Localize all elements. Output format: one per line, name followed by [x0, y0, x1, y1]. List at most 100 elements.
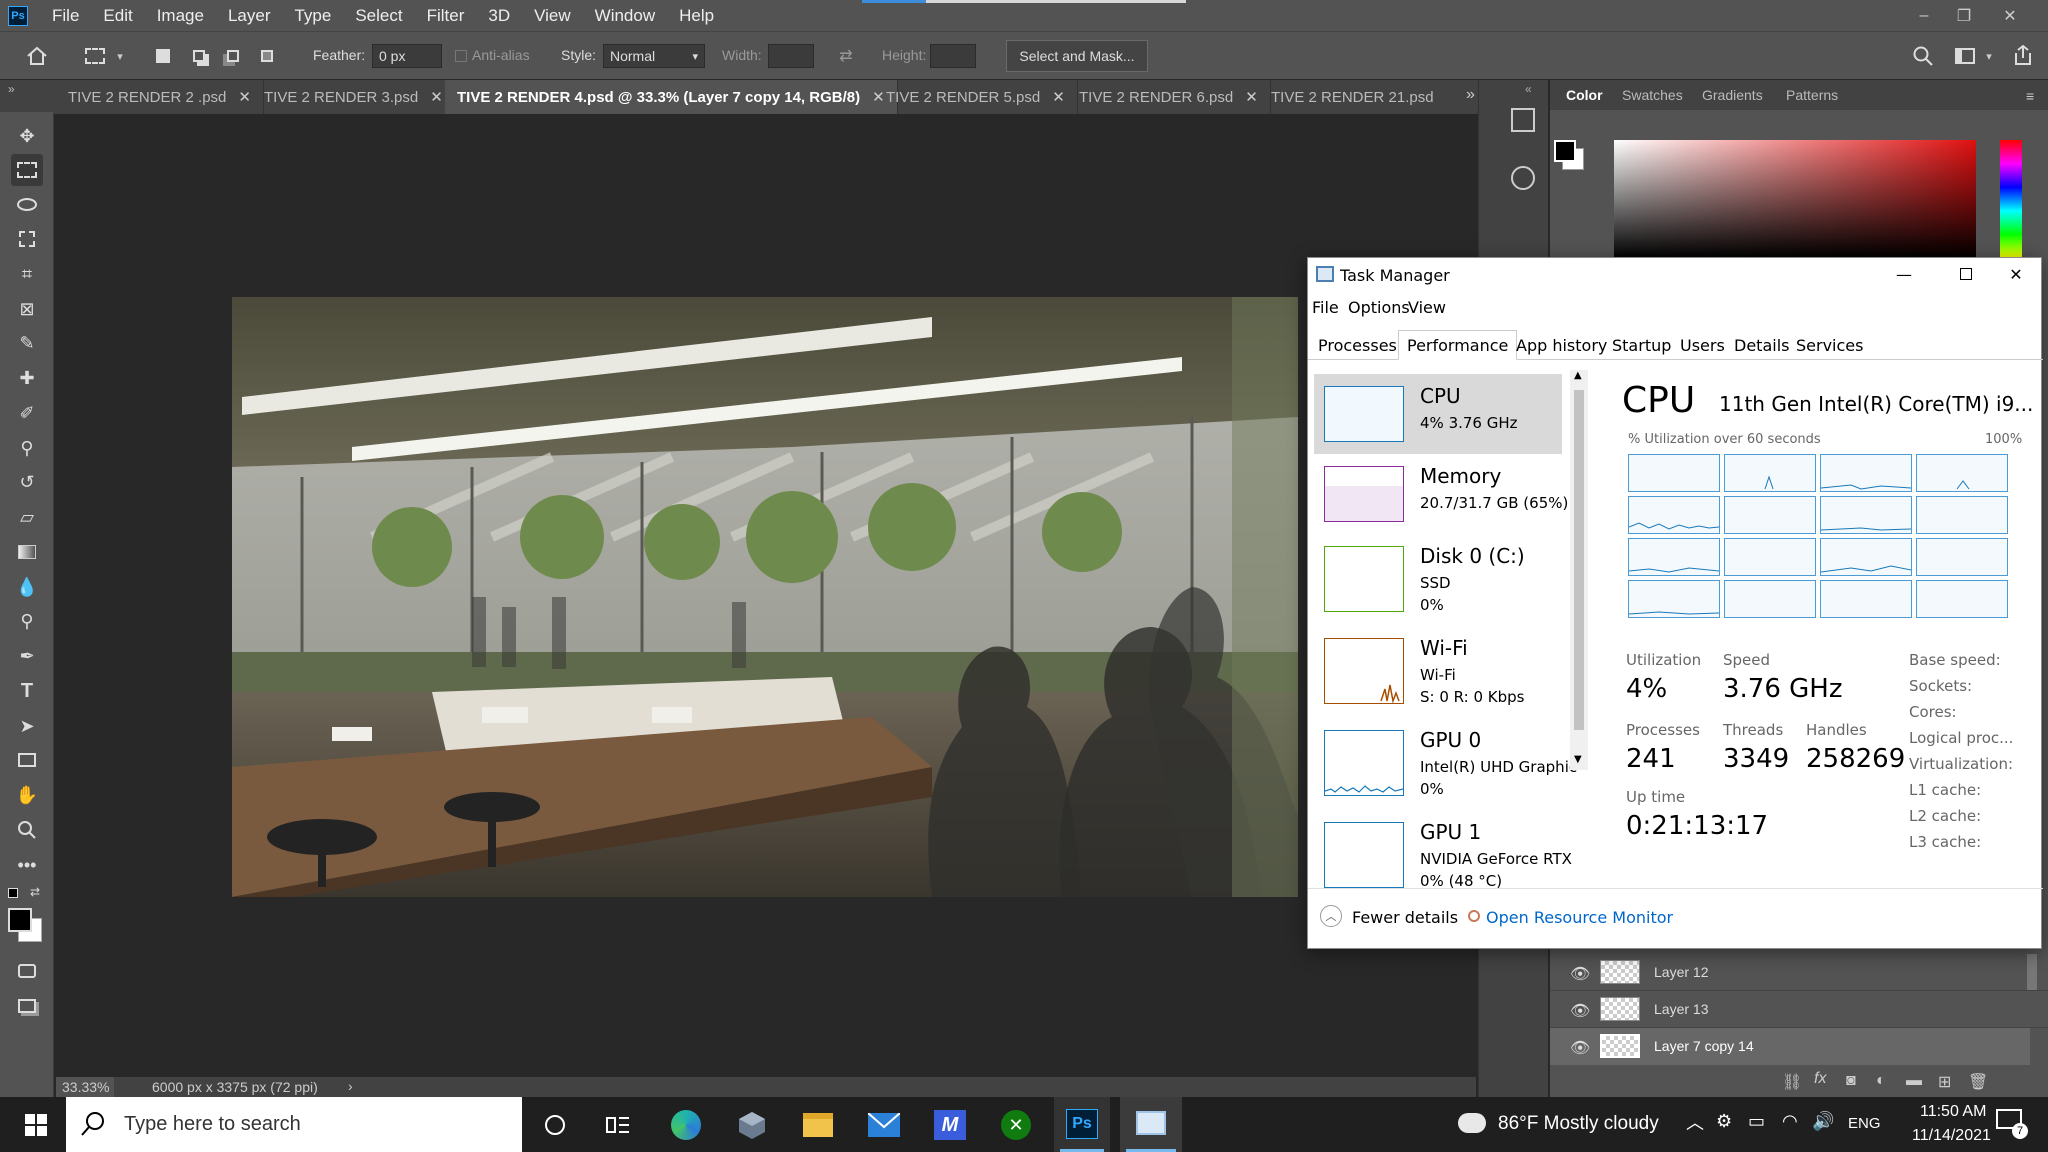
object-select-tool-icon[interactable]: [11, 223, 43, 255]
close-tab-icon[interactable]: ✕: [430, 88, 443, 106]
workspace-icon[interactable]: [1950, 44, 1980, 68]
chevron-down-icon[interactable]: ▾: [1982, 44, 1996, 68]
tab-gradients[interactable]: Gradients: [1702, 87, 1763, 103]
foreground-color-swatch[interactable]: [8, 908, 32, 932]
swap-icon[interactable]: ⇄: [832, 44, 860, 68]
taskbar-task-manager[interactable]: [1120, 1097, 1182, 1152]
tab-render-3[interactable]: TIVE 2 RENDER 3.psd ✕: [252, 80, 456, 114]
width-input[interactable]: [768, 44, 814, 68]
tabs-overflow-icon[interactable]: »: [1466, 86, 1475, 104]
quick-mask-icon[interactable]: [11, 955, 43, 987]
layer-row[interactable]: 👁 Layer 13: [1550, 991, 2048, 1028]
new-group-icon[interactable]: ▬: [1906, 1072, 1922, 1090]
restore-icon[interactable]: ❐: [1944, 0, 1984, 31]
crop-tool-icon[interactable]: ⌗: [11, 258, 43, 290]
menu-image[interactable]: Image: [145, 6, 216, 26]
new-selection-icon[interactable]: [150, 44, 176, 68]
feather-input[interactable]: 0 px: [372, 44, 442, 68]
menu-type[interactable]: Type: [282, 6, 343, 26]
tab-processes[interactable]: Processes: [1310, 330, 1405, 360]
clock-time[interactable]: 11:50 AM: [1920, 1103, 1986, 1121]
foreground-swatch[interactable]: [1554, 140, 1576, 162]
file-explorer-icon[interactable]: [790, 1105, 846, 1145]
tab-render-5[interactable]: TIVE 2 RENDER 5.psd ✕: [874, 80, 1078, 114]
properties-panel-icon[interactable]: [1511, 166, 1535, 190]
menu-window[interactable]: Window: [583, 6, 667, 26]
close-tab-icon[interactable]: ✕: [1245, 88, 1258, 106]
cortana-icon[interactable]: [527, 1105, 583, 1145]
status-menu-arrow[interactable]: ›: [348, 1078, 353, 1094]
zoom-tool-icon[interactable]: [11, 814, 43, 846]
menu-file[interactable]: File: [40, 6, 91, 26]
tab-users[interactable]: Users: [1672, 330, 1733, 360]
visibility-eye-icon[interactable]: 👁: [1570, 1038, 1590, 1058]
move-tool-icon[interactable]: ✥: [11, 120, 43, 152]
path-select-tool-icon[interactable]: ➤: [11, 710, 43, 742]
app-prism-icon[interactable]: [724, 1105, 780, 1145]
toolbar-collapse-icon[interactable]: »: [0, 80, 56, 114]
list-scrollbar[interactable]: ▲ ▼: [1570, 370, 1588, 770]
visibility-eye-icon[interactable]: 👁: [1570, 1001, 1590, 1021]
more-tools-icon[interactable]: •••: [11, 849, 43, 881]
tab-swatches[interactable]: Swatches: [1622, 87, 1683, 103]
open-resource-monitor-link[interactable]: Open Resource Monitor: [1486, 908, 1673, 927]
antialias-checkbox[interactable]: [455, 50, 467, 62]
trash-icon[interactable]: 🗑: [1968, 1072, 1988, 1092]
minimize-icon[interactable]: –: [1904, 0, 1944, 31]
history-brush-tool-icon[interactable]: ↺: [11, 466, 43, 498]
perf-item-wifi[interactable]: Wi-Fi Wi-Fi S: 0 R: 0 Kbps: [1314, 626, 1562, 718]
tab-render-6[interactable]: TIVE 2 RENDER 6.psd ✕: [1067, 80, 1271, 114]
tray-app-icon[interactable]: ⚙: [1716, 1111, 1732, 1132]
menu-view[interactable]: View: [522, 6, 583, 26]
menu-3d[interactable]: 3D: [476, 6, 522, 26]
menu-view[interactable]: View: [1408, 298, 1446, 317]
maximize-icon[interactable]: [1942, 260, 1990, 288]
scroll-down-icon[interactable]: ▼: [1574, 754, 1582, 765]
dodge-tool-icon[interactable]: ⚲: [11, 605, 43, 637]
frame-tool-icon[interactable]: ⊠: [11, 293, 43, 325]
healing-brush-tool-icon[interactable]: ✚: [11, 362, 43, 394]
adjustment-layer-icon[interactable]: ◐: [1876, 1072, 1886, 1090]
clock-date[interactable]: 11/14/2021: [1912, 1127, 1991, 1145]
chevron-down-icon[interactable]: ▾: [112, 44, 128, 68]
tab-services[interactable]: Services: [1788, 330, 1871, 360]
perf-item-memory[interactable]: Memory 20.7/31.7 GB (65%): [1314, 454, 1568, 534]
scroll-up-icon[interactable]: ▲: [1574, 370, 1582, 381]
hand-tool-icon[interactable]: ✋: [11, 779, 43, 811]
close-tab-icon[interactable]: ✕: [1052, 88, 1065, 106]
link-layers-icon[interactable]: ⛓: [1782, 1072, 1802, 1092]
tab-app-history[interactable]: App history: [1508, 330, 1615, 360]
marquee-tool-icon[interactable]: [11, 154, 43, 186]
tab-details[interactable]: Details: [1726, 330, 1797, 360]
weather-text[interactable]: 86°F Mostly cloudy: [1498, 1113, 1659, 1135]
home-icon[interactable]: [22, 44, 52, 68]
gradient-tool-icon[interactable]: [11, 536, 43, 568]
panel-menu-icon[interactable]: ≡: [2026, 88, 2034, 104]
pen-tool-icon[interactable]: ✒: [11, 640, 43, 672]
document-canvas-image[interactable]: [232, 297, 1298, 897]
clone-stamp-tool-icon[interactable]: ⚲: [11, 432, 43, 464]
new-layer-icon[interactable]: ⊞: [1938, 1072, 1951, 1092]
perf-item-disk[interactable]: Disk 0 (C:) SSD 0%: [1314, 534, 1562, 624]
menu-file[interactable]: File: [1312, 298, 1339, 317]
lasso-tool-icon[interactable]: [11, 188, 43, 220]
add-selection-icon[interactable]: [186, 44, 212, 68]
blur-tool-icon[interactable]: 💧: [11, 571, 43, 603]
fewer-details-button[interactable]: Fewer details: [1352, 908, 1458, 927]
tab-performance[interactable]: Performance: [1398, 330, 1518, 360]
taskbar-search-box[interactable]: Type here to search: [66, 1097, 522, 1152]
menu-select[interactable]: Select: [343, 6, 414, 26]
notifications-icon[interactable]: 7: [1996, 1109, 2028, 1139]
hue-slider[interactable]: [2000, 140, 2022, 258]
intersect-selection-icon[interactable]: [254, 44, 280, 68]
close-icon[interactable]: ✕: [1990, 0, 2030, 31]
layer-row-selected[interactable]: 👁 Layer 7 copy 14: [1550, 1028, 2030, 1065]
xbox-icon[interactable]: ✕: [988, 1105, 1044, 1145]
visibility-eye-icon[interactable]: 👁: [1570, 964, 1590, 984]
chevron-up-icon[interactable]: ︿: [1686, 1109, 1704, 1135]
layers-scrollbar[interactable]: [2027, 954, 2037, 990]
subtract-selection-icon[interactable]: [220, 44, 246, 68]
close-tab-icon[interactable]: ✕: [238, 88, 251, 106]
menu-help[interactable]: Help: [667, 6, 726, 26]
windows-start-icon[interactable]: [8, 1105, 64, 1145]
